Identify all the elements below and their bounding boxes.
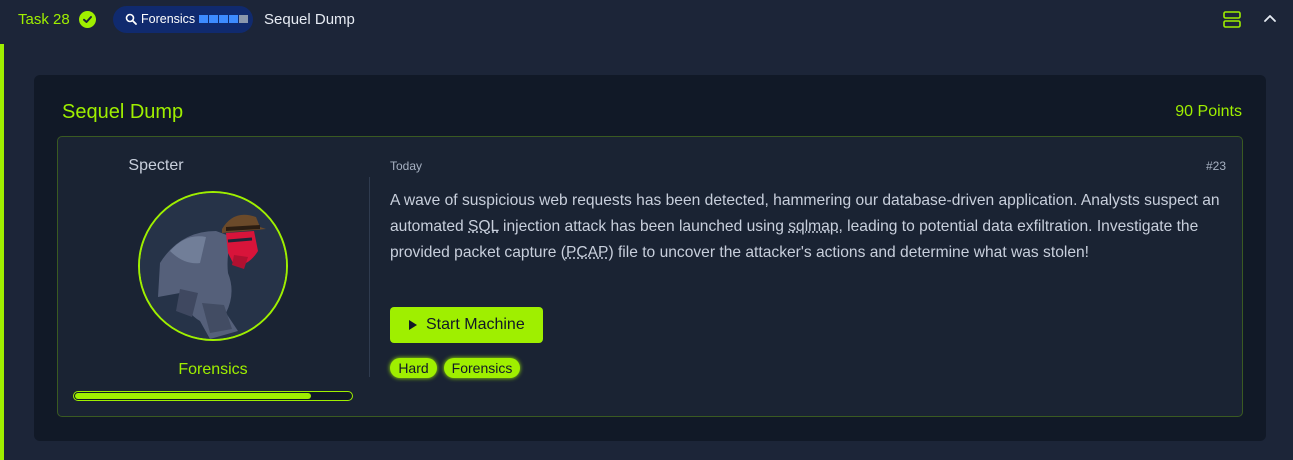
author-name: Specter <box>128 157 184 174</box>
active-accent-bar <box>0 44 4 460</box>
author-category: Forensics <box>178 361 248 378</box>
check-circle-icon <box>79 11 96 28</box>
category-progress-bar <box>73 391 353 401</box>
challenge-description: A wave of suspicious web requests has be… <box>390 192 1220 261</box>
difficulty-segment <box>239 15 248 23</box>
category-tag: Forensics <box>444 358 520 378</box>
play-icon <box>409 320 417 330</box>
challenge-date: Today <box>390 159 423 173</box>
challenge-number: #23 <box>1205 159 1226 173</box>
chevron-up-icon[interactable] <box>1263 13 1277 23</box>
difficulty-segment <box>229 15 238 23</box>
sql-abbr: SQL <box>468 218 499 235</box>
task-header[interactable]: Task 28 Forensics Sequel Dump <box>0 0 1293 40</box>
category-badge: Forensics <box>113 6 253 33</box>
pcap-abbr: PCAP <box>565 244 609 261</box>
category-label: Forensics <box>141 12 196 26</box>
challenge-points: 90 Points <box>1175 103 1242 120</box>
difficulty-segment <box>209 15 218 23</box>
difficulty-segment <box>219 15 228 23</box>
start-machine-button[interactable]: Start Machine <box>390 307 543 343</box>
sqlmap-abbr: sqlmap <box>788 218 839 235</box>
challenge-title: Sequel Dump <box>62 101 184 123</box>
start-machine-label: Start Machine <box>426 316 525 333</box>
search-icon <box>125 13 137 25</box>
difficulty-segment <box>199 15 208 23</box>
divider <box>369 177 370 377</box>
difficulty-meter <box>199 15 248 23</box>
category-progress-fill <box>75 393 312 399</box>
author-avatar <box>138 191 288 341</box>
task-title: Sequel Dump <box>264 11 355 28</box>
task-label: Task 28 <box>18 11 70 28</box>
difficulty-tag: Hard <box>390 358 437 378</box>
menu-icon[interactable] <box>1223 11 1241 28</box>
